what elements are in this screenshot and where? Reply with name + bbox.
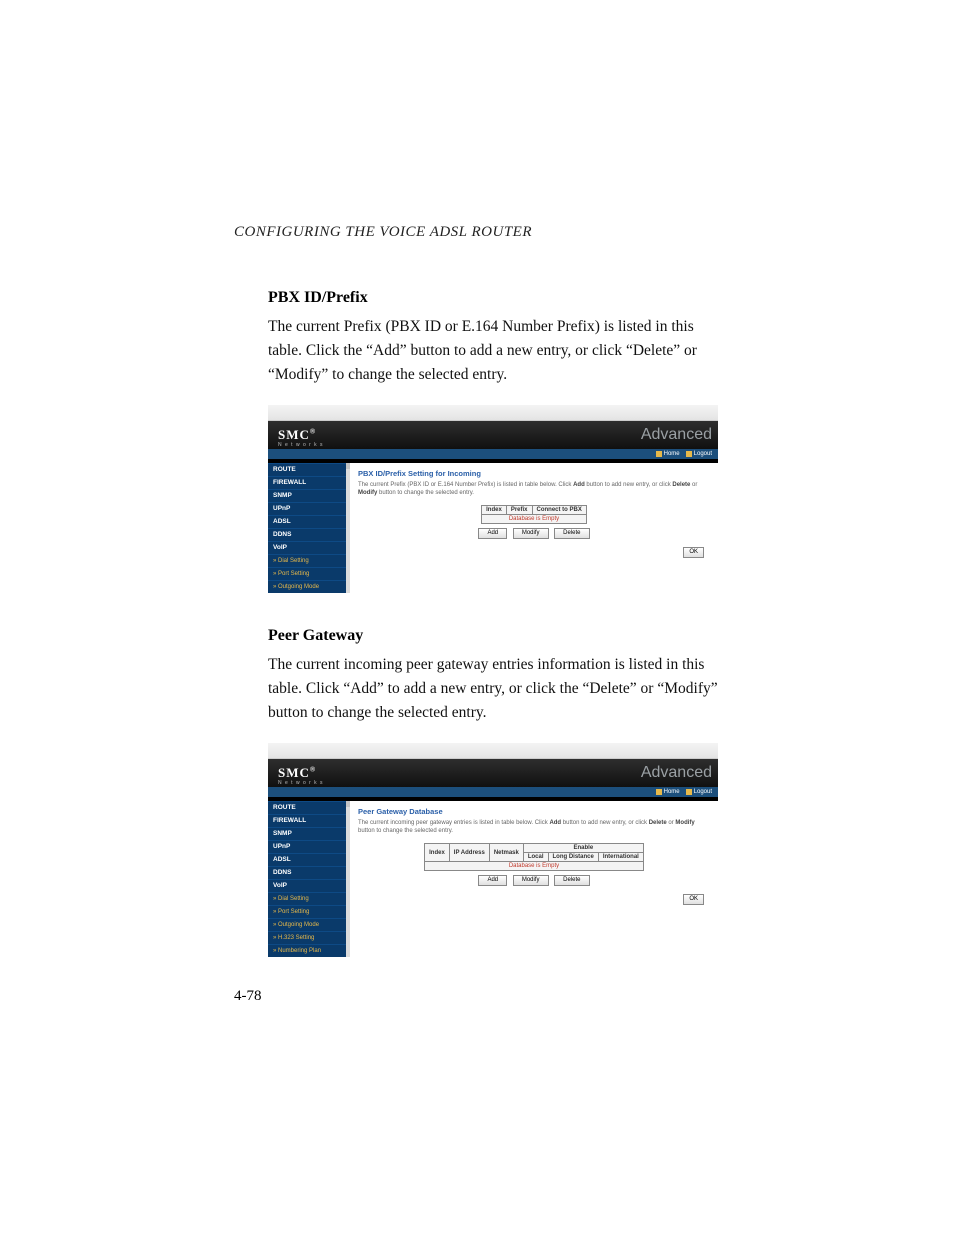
ok-button[interactable]: OK: [683, 547, 704, 558]
col-intl: International: [598, 853, 643, 862]
sidebar-sub-port[interactable]: » Port Setting: [268, 905, 350, 918]
col-ip: IP Address: [449, 844, 489, 862]
home-icon: [656, 451, 662, 457]
sidebar-item-voip[interactable]: VoIP: [268, 541, 350, 554]
screenshot-pbx: SMC® N e t w o r k s Advanced Home Logou…: [268, 405, 718, 593]
top-links: Home Logout: [268, 449, 718, 459]
brand-banner: SMC® N e t w o r k s Advanced: [268, 421, 718, 449]
empty-msg: Database is Empty: [482, 515, 587, 524]
sidebar-item-adsl[interactable]: ADSL: [268, 853, 350, 866]
col-index: Index: [482, 506, 507, 515]
sidebar-item-firewall[interactable]: FIREWALL: [268, 814, 350, 827]
sidebar-item-route[interactable]: ROUTE: [268, 463, 350, 476]
col-enable: Enable: [523, 844, 643, 853]
logout-link[interactable]: Logout: [686, 789, 712, 795]
brand-banner: SMC® N e t w o r k s Advanced: [268, 759, 718, 787]
window-chrome: [268, 743, 718, 759]
screenshot-peer: SMC® N e t w o r k s Advanced Home Logou…: [268, 743, 718, 957]
sidebar-item-upnp[interactable]: UPnP: [268, 840, 350, 853]
empty-msg: Database is Empty: [425, 862, 644, 871]
section-body-pbx: The current Prefix (PBX ID or E.164 Numb…: [268, 315, 720, 387]
section-title-peer: Peer Gateway: [268, 627, 720, 645]
sidebar-sub-dial[interactable]: » Dial Setting: [268, 892, 350, 905]
sidebar-scrollbar[interactable]: [346, 463, 350, 593]
col-prefix: Prefix: [506, 506, 532, 515]
pbx-table: Index Prefix Connect to PBX Database is …: [481, 505, 587, 524]
sidebar-sub-port[interactable]: » Port Setting: [268, 567, 350, 580]
section-title-pbx: PBX ID/Prefix: [268, 289, 720, 307]
col-index: Index: [425, 844, 450, 862]
sidebar-item-adsl[interactable]: ADSL: [268, 515, 350, 528]
modify-button[interactable]: Modify: [513, 528, 549, 539]
page-number: 4-78: [234, 988, 262, 1005]
button-row: Add Modify Delete: [358, 875, 710, 886]
sidebar-sub-numbering[interactable]: » Numbering Plan: [268, 944, 350, 957]
table-row: Database is Empty: [482, 515, 587, 524]
pane-heading: Peer Gateway Database: [358, 807, 710, 816]
running-head: CONFIGURING THE VOICE ADSL ROUTER: [234, 224, 720, 241]
sidebar-item-ddns[interactable]: DDNS: [268, 866, 350, 879]
brand-right: Advanced: [641, 764, 712, 782]
modify-button[interactable]: Modify: [513, 875, 549, 886]
add-button[interactable]: Add: [478, 875, 507, 886]
sidebar: ROUTE FIREWALL SNMP UPnP ADSL DDNS VoIP …: [268, 463, 350, 593]
col-local: Local: [523, 853, 548, 862]
peer-table: Index IP Address Netmask Enable Local Lo…: [424, 843, 644, 871]
sidebar-sub-h323[interactable]: » H.323 Setting: [268, 931, 350, 944]
logout-link[interactable]: Logout: [686, 451, 712, 457]
sidebar-item-ddns[interactable]: DDNS: [268, 528, 350, 541]
table-row: Database is Empty: [425, 862, 644, 871]
content-pane: Peer Gateway Database The current incomi…: [350, 801, 718, 957]
content-pane: PBX ID/Prefix Setting for Incoming The c…: [350, 463, 718, 593]
sidebar: ROUTE FIREWALL SNMP UPnP ADSL DDNS VoIP …: [268, 801, 350, 957]
logo: SMC®: [278, 765, 316, 780]
pane-desc: The current incoming peer gateway entrie…: [358, 820, 710, 835]
home-link[interactable]: Home: [656, 789, 680, 795]
section-body-peer: The current incoming peer gateway entrie…: [268, 653, 720, 725]
home-icon: [656, 789, 662, 795]
ok-button[interactable]: OK: [683, 894, 704, 905]
window-chrome: [268, 405, 718, 421]
col-long: Long Distance: [548, 853, 598, 862]
button-row: Add Modify Delete: [358, 528, 710, 539]
sidebar-item-voip[interactable]: VoIP: [268, 879, 350, 892]
sidebar-sub-outgoing[interactable]: » Outgoing Mode: [268, 580, 350, 593]
table-header-row: Index Prefix Connect to PBX: [482, 506, 587, 515]
sidebar-scrollbar[interactable]: [346, 801, 350, 957]
logout-icon: [686, 451, 692, 457]
sidebar-sub-outgoing[interactable]: » Outgoing Mode: [268, 918, 350, 931]
logout-icon: [686, 789, 692, 795]
sidebar-sub-dial[interactable]: » Dial Setting: [268, 554, 350, 567]
home-link[interactable]: Home: [656, 451, 680, 457]
pane-desc: The current Prefix (PBX ID or E.164 Numb…: [358, 482, 710, 497]
sidebar-item-snmp[interactable]: SNMP: [268, 489, 350, 502]
pane-heading: PBX ID/Prefix Setting for Incoming: [358, 469, 710, 478]
add-button[interactable]: Add: [478, 528, 507, 539]
logo-sub: N e t w o r k s: [278, 442, 324, 448]
logo: SMC®: [278, 427, 316, 442]
col-netmask: Netmask: [489, 844, 523, 862]
logo-sub: N e t w o r k s: [278, 780, 324, 786]
col-connect: Connect to PBX: [532, 506, 586, 515]
brand-right: Advanced: [641, 426, 712, 444]
sidebar-item-route[interactable]: ROUTE: [268, 801, 350, 814]
table-header-row: Index IP Address Netmask Enable: [425, 844, 644, 853]
delete-button[interactable]: Delete: [554, 528, 589, 539]
sidebar-item-firewall[interactable]: FIREWALL: [268, 476, 350, 489]
sidebar-item-snmp[interactable]: SNMP: [268, 827, 350, 840]
sidebar-item-upnp[interactable]: UPnP: [268, 502, 350, 515]
delete-button[interactable]: Delete: [554, 875, 589, 886]
top-links: Home Logout: [268, 787, 718, 797]
